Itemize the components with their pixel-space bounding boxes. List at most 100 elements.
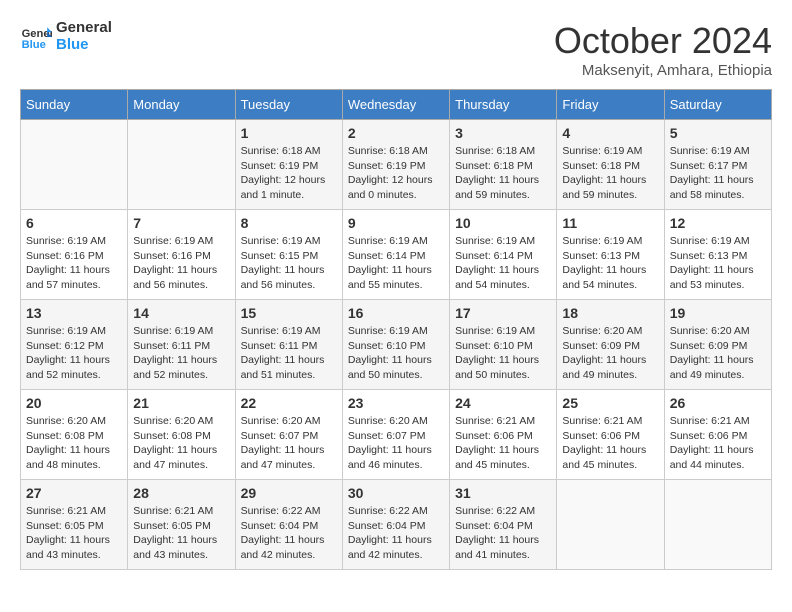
day-info: Sunrise: 6:21 AM Sunset: 6:06 PM Dayligh… <box>562 414 658 473</box>
day-info: Sunrise: 6:22 AM Sunset: 6:04 PM Dayligh… <box>348 504 444 563</box>
days-of-week-row: SundayMondayTuesdayWednesdayThursdayFrid… <box>21 90 772 120</box>
page-header: General Blue General Blue October 2024 M… <box>20 20 772 79</box>
calendar-cell: 14 Sunrise: 6:19 AM Sunset: 6:11 PM Dayli… <box>128 300 235 390</box>
day-number: 1 <box>241 125 337 141</box>
day-number: 28 <box>133 485 229 501</box>
day-info: Sunrise: 6:20 AM Sunset: 6:08 PM Dayligh… <box>133 414 229 473</box>
calendar-cell: 12 Sunrise: 6:19 AM Sunset: 6:13 PM Dayli… <box>664 210 771 300</box>
day-info: Sunrise: 6:22 AM Sunset: 6:04 PM Dayligh… <box>241 504 337 563</box>
day-info: Sunrise: 6:19 AM Sunset: 6:14 PM Dayligh… <box>455 234 551 293</box>
calendar-header: SundayMondayTuesdayWednesdayThursdayFrid… <box>21 90 772 120</box>
day-info: Sunrise: 6:19 AM Sunset: 6:14 PM Dayligh… <box>348 234 444 293</box>
day-number: 6 <box>26 215 122 231</box>
day-info: Sunrise: 6:18 AM Sunset: 6:18 PM Dayligh… <box>455 144 551 203</box>
calendar-cell: 18 Sunrise: 6:20 AM Sunset: 6:09 PM Dayli… <box>557 300 664 390</box>
calendar-week-row: 13 Sunrise: 6:19 AM Sunset: 6:12 PM Dayli… <box>21 300 772 390</box>
calendar-cell: 1 Sunrise: 6:18 AM Sunset: 6:19 PM Daylig… <box>235 120 342 210</box>
day-info: Sunrise: 6:19 AM Sunset: 6:10 PM Dayligh… <box>455 324 551 383</box>
day-number: 27 <box>26 485 122 501</box>
day-number: 15 <box>241 305 337 321</box>
calendar-cell: 19 Sunrise: 6:20 AM Sunset: 6:09 PM Dayli… <box>664 300 771 390</box>
calendar-cell: 17 Sunrise: 6:19 AM Sunset: 6:10 PM Dayli… <box>450 300 557 390</box>
day-number: 2 <box>348 125 444 141</box>
day-info: Sunrise: 6:19 AM Sunset: 6:11 PM Dayligh… <box>133 324 229 383</box>
calendar-cell: 15 Sunrise: 6:19 AM Sunset: 6:11 PM Dayli… <box>235 300 342 390</box>
calendar-cell: 30 Sunrise: 6:22 AM Sunset: 6:04 PM Dayli… <box>342 480 449 570</box>
day-number: 8 <box>241 215 337 231</box>
calendar-cell: 3 Sunrise: 6:18 AM Sunset: 6:18 PM Daylig… <box>450 120 557 210</box>
calendar-cell: 8 Sunrise: 6:19 AM Sunset: 6:15 PM Daylig… <box>235 210 342 300</box>
calendar-cell <box>128 120 235 210</box>
calendar-cell: 5Sunrise: 6:19 AM Sunset: 6:17 PM Daylig… <box>664 120 771 210</box>
day-number: 22 <box>241 395 337 411</box>
day-number: 10 <box>455 215 551 231</box>
day-info: Sunrise: 6:20 AM Sunset: 6:08 PM Dayligh… <box>26 414 122 473</box>
day-number: 7 <box>133 215 229 231</box>
day-number: 14 <box>133 305 229 321</box>
day-number: 21 <box>133 395 229 411</box>
day-info: Sunrise: 6:19 AM Sunset: 6:11 PM Dayligh… <box>241 324 337 383</box>
day-of-week-header: Tuesday <box>235 90 342 120</box>
day-info: Sunrise: 6:20 AM Sunset: 6:07 PM Dayligh… <box>348 414 444 473</box>
calendar-cell: 11Sunrise: 6:19 AM Sunset: 6:13 PM Dayli… <box>557 210 664 300</box>
day-number: 17 <box>455 305 551 321</box>
day-info: Sunrise: 6:19 AM Sunset: 6:10 PM Dayligh… <box>348 324 444 383</box>
logo-text-general: General <box>56 20 112 37</box>
day-of-week-header: Thursday <box>450 90 557 120</box>
day-info: Sunrise: 6:19 AM Sunset: 6:16 PM Dayligh… <box>26 234 122 293</box>
day-number: 3 <box>455 125 551 141</box>
calendar-cell: 20 Sunrise: 6:20 AM Sunset: 6:08 PM Dayli… <box>21 390 128 480</box>
calendar-cell: 16Sunrise: 6:19 AM Sunset: 6:10 PM Dayli… <box>342 300 449 390</box>
day-info: Sunrise: 6:19 AM Sunset: 6:13 PM Dayligh… <box>562 234 658 293</box>
calendar-week-row: 27 Sunrise: 6:21 AM Sunset: 6:05 PM Dayli… <box>21 480 772 570</box>
day-of-week-header: Wednesday <box>342 90 449 120</box>
calendar-week-row: 1 Sunrise: 6:18 AM Sunset: 6:19 PM Daylig… <box>21 120 772 210</box>
calendar-body: 1 Sunrise: 6:18 AM Sunset: 6:19 PM Daylig… <box>21 120 772 570</box>
day-number: 20 <box>26 395 122 411</box>
day-info: Sunrise: 6:18 AM Sunset: 6:19 PM Dayligh… <box>241 144 337 203</box>
calendar-cell: 25 Sunrise: 6:21 AM Sunset: 6:06 PM Dayli… <box>557 390 664 480</box>
calendar-cell <box>21 120 128 210</box>
day-info: Sunrise: 6:19 AM Sunset: 6:12 PM Dayligh… <box>26 324 122 383</box>
day-number: 29 <box>241 485 337 501</box>
calendar-cell: 21 Sunrise: 6:20 AM Sunset: 6:08 PM Dayli… <box>128 390 235 480</box>
calendar-cell: 27 Sunrise: 6:21 AM Sunset: 6:05 PM Dayli… <box>21 480 128 570</box>
calendar-cell: 23Sunrise: 6:20 AM Sunset: 6:07 PM Dayli… <box>342 390 449 480</box>
calendar-cell <box>557 480 664 570</box>
day-info: Sunrise: 6:19 AM Sunset: 6:15 PM Dayligh… <box>241 234 337 293</box>
day-info: Sunrise: 6:20 AM Sunset: 6:09 PM Dayligh… <box>562 324 658 383</box>
logo-icon: General Blue <box>20 21 52 53</box>
svg-text:Blue: Blue <box>22 39 46 51</box>
day-number: 12 <box>670 215 766 231</box>
calendar-cell: 26 Sunrise: 6:21 AM Sunset: 6:06 PM Dayli… <box>664 390 771 480</box>
day-number: 19 <box>670 305 766 321</box>
calendar-cell: 13 Sunrise: 6:19 AM Sunset: 6:12 PM Dayli… <box>21 300 128 390</box>
day-number: 9 <box>348 215 444 231</box>
day-info: Sunrise: 6:21 AM Sunset: 6:06 PM Dayligh… <box>670 414 766 473</box>
day-number: 18 <box>562 305 658 321</box>
location-subtitle: Maksenyit, Amhara, Ethiopia <box>554 62 772 79</box>
day-info: Sunrise: 6:18 AM Sunset: 6:19 PM Dayligh… <box>348 144 444 203</box>
day-of-week-header: Saturday <box>664 90 771 120</box>
calendar-cell: 4Sunrise: 6:19 AM Sunset: 6:18 PM Daylig… <box>557 120 664 210</box>
day-info: Sunrise: 6:19 AM Sunset: 6:18 PM Dayligh… <box>562 144 658 203</box>
day-of-week-header: Friday <box>557 90 664 120</box>
calendar-cell: 7Sunrise: 6:19 AM Sunset: 6:16 PM Daylig… <box>128 210 235 300</box>
day-number: 24 <box>455 395 551 411</box>
calendar-cell: 29 Sunrise: 6:22 AM Sunset: 6:04 PM Dayli… <box>235 480 342 570</box>
day-number: 30 <box>348 485 444 501</box>
day-number: 26 <box>670 395 766 411</box>
day-number: 25 <box>562 395 658 411</box>
day-number: 13 <box>26 305 122 321</box>
day-info: Sunrise: 6:21 AM Sunset: 6:05 PM Dayligh… <box>26 504 122 563</box>
day-info: Sunrise: 6:21 AM Sunset: 6:06 PM Dayligh… <box>455 414 551 473</box>
logo-text-blue: Blue <box>56 37 112 54</box>
calendar-cell: 22Sunrise: 6:20 AM Sunset: 6:07 PM Dayli… <box>235 390 342 480</box>
day-info: Sunrise: 6:20 AM Sunset: 6:09 PM Dayligh… <box>670 324 766 383</box>
day-number: 5 <box>670 125 766 141</box>
calendar-week-row: 20 Sunrise: 6:20 AM Sunset: 6:08 PM Dayli… <box>21 390 772 480</box>
calendar-cell: 28Sunrise: 6:21 AM Sunset: 6:05 PM Dayli… <box>128 480 235 570</box>
day-info: Sunrise: 6:19 AM Sunset: 6:13 PM Dayligh… <box>670 234 766 293</box>
calendar-cell: 6 Sunrise: 6:19 AM Sunset: 6:16 PM Daylig… <box>21 210 128 300</box>
day-number: 31 <box>455 485 551 501</box>
